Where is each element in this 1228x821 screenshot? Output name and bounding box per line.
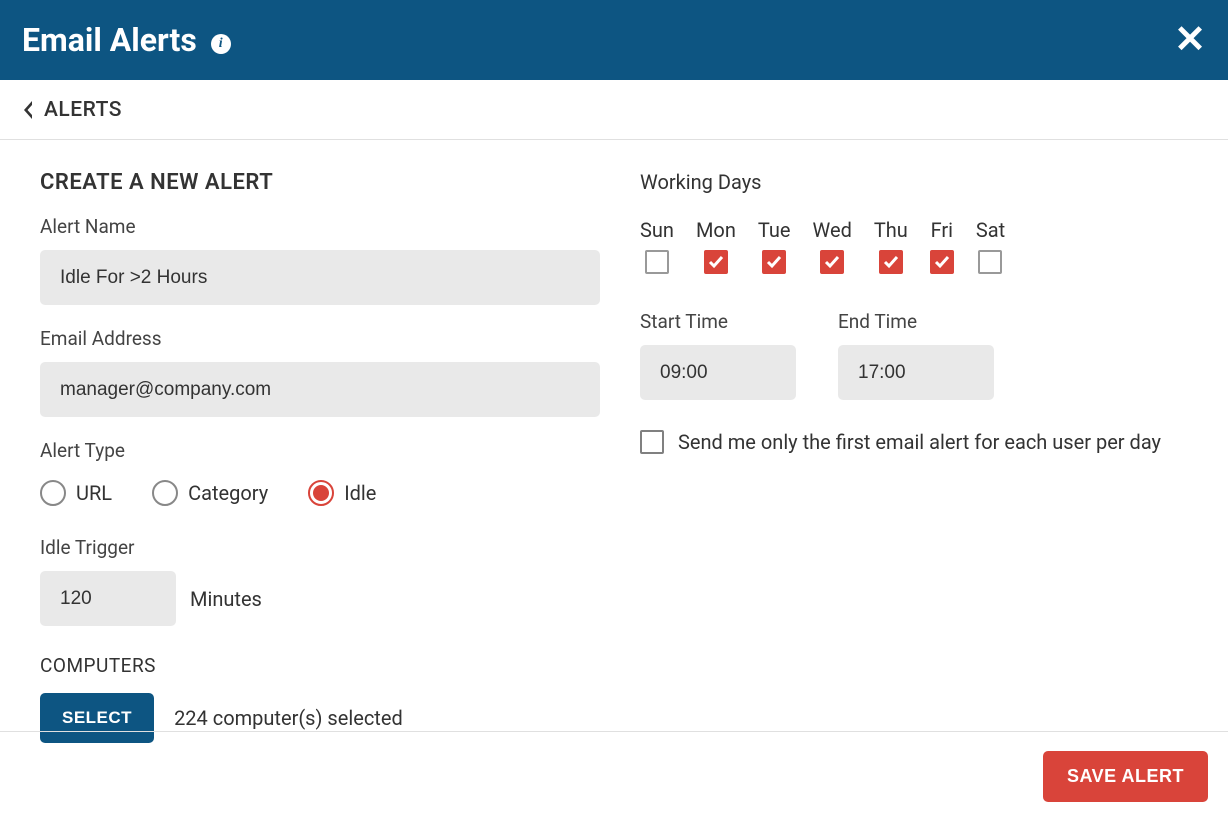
- idle-trigger-row: Minutes: [40, 571, 600, 626]
- day-col-mon: Mon: [696, 218, 736, 274]
- radio-circle-icon: [308, 480, 334, 506]
- header-left: Email Alerts i: [22, 21, 231, 59]
- end-time-label: End Time: [838, 310, 994, 333]
- working-days-label: Working Days: [640, 170, 1188, 194]
- end-time-col: End Time: [838, 310, 994, 400]
- day-checkbox-tue[interactable]: [762, 250, 786, 274]
- day-name: Mon: [696, 218, 736, 242]
- chevron-left-icon: [22, 101, 34, 119]
- day-name: Sun: [640, 218, 674, 242]
- working-days-row: Sun Mon Tue Wed Thu Fri Sat: [640, 218, 1188, 274]
- start-time-input[interactable]: [640, 345, 796, 400]
- breadcrumb-back[interactable]: ALERTS: [22, 98, 122, 122]
- day-name: Thu: [874, 218, 908, 242]
- radio-category[interactable]: Category: [152, 480, 268, 506]
- email-label: Email Address: [40, 327, 600, 350]
- computers-label: COMPUTERS: [40, 654, 600, 677]
- radio-url[interactable]: URL: [40, 480, 112, 506]
- first-alert-only-checkbox[interactable]: [640, 430, 664, 454]
- dialog-footer: SAVE ALERT: [0, 731, 1228, 821]
- dialog-title: Email Alerts: [22, 21, 197, 59]
- day-name: Tue: [758, 218, 791, 242]
- start-time-col: Start Time: [640, 310, 796, 400]
- alert-type-label: Alert Type: [40, 439, 600, 462]
- radio-circle-icon: [152, 480, 178, 506]
- radio-category-label: Category: [188, 481, 268, 505]
- day-col-sun: Sun: [640, 218, 674, 274]
- first-alert-only-label: Send me only the first email alert for e…: [678, 430, 1161, 454]
- email-input[interactable]: [40, 362, 600, 417]
- breadcrumb-label: ALERTS: [44, 98, 122, 122]
- day-name: Sat: [976, 218, 1005, 242]
- day-checkbox-wed[interactable]: [820, 250, 844, 274]
- close-icon[interactable]: ✕: [1174, 21, 1206, 59]
- time-row: Start Time End Time: [640, 310, 1188, 400]
- alert-name-label: Alert Name: [40, 215, 600, 238]
- dialog-header: Email Alerts i ✕: [0, 0, 1228, 80]
- radio-dot-icon: [313, 485, 329, 501]
- save-alert-button[interactable]: SAVE ALERT: [1043, 751, 1208, 802]
- checkmark-icon: [708, 254, 724, 270]
- section-title: CREATE A NEW ALERT: [40, 170, 600, 195]
- first-alert-only-row: Send me only the first email alert for e…: [640, 430, 1188, 454]
- day-col-thu: Thu: [874, 218, 908, 274]
- idle-trigger-label: Idle Trigger: [40, 536, 600, 559]
- radio-idle[interactable]: Idle: [308, 480, 376, 506]
- end-time-input[interactable]: [838, 345, 994, 400]
- day-checkbox-fri[interactable]: [930, 250, 954, 274]
- day-col-wed: Wed: [813, 218, 852, 274]
- idle-minutes-input[interactable]: [40, 571, 176, 626]
- day-checkbox-sun[interactable]: [645, 250, 669, 274]
- left-column: CREATE A NEW ALERT Alert Name Email Addr…: [40, 170, 600, 743]
- start-time-label: Start Time: [640, 310, 796, 333]
- checkmark-icon: [824, 254, 840, 270]
- computers-selected-count: 224 computer(s) selected: [174, 706, 403, 730]
- radio-idle-label: Idle: [344, 481, 376, 505]
- radio-circle-icon: [40, 480, 66, 506]
- day-col-sat: Sat: [976, 218, 1005, 274]
- day-checkbox-sat[interactable]: [978, 250, 1002, 274]
- info-icon[interactable]: i: [211, 34, 231, 54]
- day-col-tue: Tue: [758, 218, 791, 274]
- checkmark-icon: [934, 254, 950, 270]
- day-name: Fri: [931, 218, 953, 242]
- checkmark-icon: [883, 254, 899, 270]
- right-column: Working Days Sun Mon Tue Wed Thu Fri Sat Start…: [640, 170, 1188, 743]
- idle-minutes-suffix: Minutes: [190, 587, 262, 611]
- breadcrumb-bar: ALERTS: [0, 80, 1228, 140]
- day-checkbox-mon[interactable]: [704, 250, 728, 274]
- checkmark-icon: [766, 254, 782, 270]
- day-checkbox-thu[interactable]: [879, 250, 903, 274]
- radio-url-label: URL: [76, 481, 112, 505]
- day-col-fri: Fri: [930, 218, 954, 274]
- main-content: CREATE A NEW ALERT Alert Name Email Addr…: [0, 140, 1228, 763]
- alert-name-input[interactable]: [40, 250, 600, 305]
- alert-type-row: URL Category Idle: [40, 480, 600, 506]
- day-name: Wed: [813, 218, 852, 242]
